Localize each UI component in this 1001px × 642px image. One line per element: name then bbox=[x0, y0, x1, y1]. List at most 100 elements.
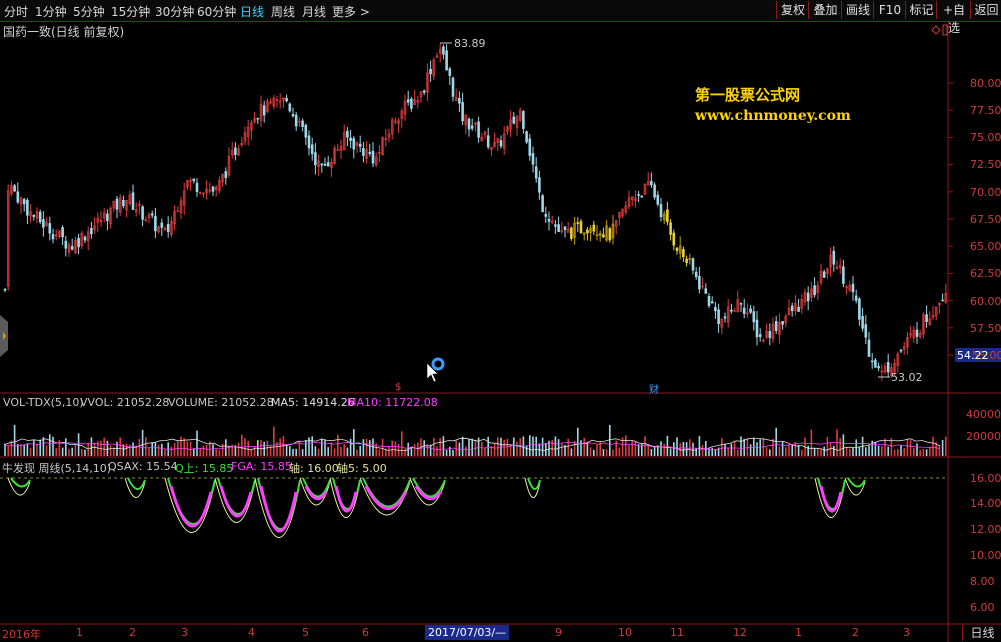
high-price-label: 83.89 bbox=[454, 37, 486, 50]
candle-body bbox=[477, 121, 480, 138]
candle-body bbox=[653, 184, 656, 198]
date-label: 3 bbox=[181, 626, 188, 639]
candle-body bbox=[666, 209, 669, 222]
candle-body bbox=[38, 211, 42, 223]
indicator-name: 牛发现 周线(5,14,10) bbox=[2, 462, 112, 475]
candle-body bbox=[867, 339, 871, 357]
candle-body bbox=[547, 218, 551, 222]
candle-body bbox=[522, 111, 525, 129]
candle-body bbox=[650, 180, 653, 186]
candle-body bbox=[704, 288, 708, 294]
indicator-tick: 6.00 bbox=[970, 601, 995, 614]
candle-body bbox=[294, 114, 298, 127]
candle-body bbox=[368, 151, 372, 154]
candle-body bbox=[176, 210, 180, 213]
candle-body bbox=[874, 359, 877, 368]
candle-body bbox=[915, 329, 919, 337]
candle-body bbox=[445, 50, 448, 71]
date-label: 10 bbox=[618, 626, 632, 639]
candle-body bbox=[467, 118, 471, 130]
candle-body bbox=[352, 138, 356, 150]
candle-body bbox=[586, 229, 589, 234]
price-tick: 62.50 bbox=[970, 267, 1001, 280]
candle-body bbox=[554, 224, 557, 227]
indicator-q-up-line bbox=[527, 477, 541, 490]
candle-body bbox=[656, 194, 660, 205]
finance-event-marker[interactable]: 财 bbox=[649, 381, 659, 396]
candle-body bbox=[854, 295, 858, 301]
event-s-marker[interactable]: $ bbox=[395, 382, 401, 393]
chart-canvas[interactable] bbox=[0, 0, 1001, 642]
indicator-lines bbox=[7, 477, 866, 538]
circle-marker-icon[interactable] bbox=[431, 357, 445, 371]
candle-body bbox=[576, 222, 580, 224]
candle-body bbox=[723, 316, 727, 319]
candle-body bbox=[429, 68, 432, 75]
indicator-q-up: Q上: 15.85 bbox=[175, 462, 234, 475]
candle-body bbox=[528, 138, 532, 156]
candle-body bbox=[16, 191, 20, 203]
watermark-title: 第一股票公式网 bbox=[695, 86, 801, 104]
candle-body bbox=[26, 199, 29, 216]
cursor-date-label: 2017/07/03/— bbox=[425, 625, 510, 640]
candle-body bbox=[22, 199, 26, 205]
candle-body bbox=[685, 258, 688, 263]
candle-body bbox=[410, 98, 413, 109]
indicator-tick: 12.00 bbox=[970, 523, 1001, 536]
candle-body bbox=[544, 214, 548, 217]
candle-body bbox=[822, 271, 826, 278]
indicator-tick: 16.00 bbox=[970, 472, 1001, 485]
date-label: 6 bbox=[362, 626, 369, 639]
candle-body bbox=[346, 131, 349, 138]
indicator-q-up-line bbox=[127, 477, 146, 490]
date-label: 2 bbox=[852, 626, 859, 639]
indicator-qsax: QSAX: 15.54 bbox=[108, 460, 178, 473]
candle-body bbox=[570, 227, 573, 239]
indicator-fga-line bbox=[819, 485, 843, 513]
candle-body bbox=[192, 178, 196, 182]
indicator-axis1: 轴: 16.00 bbox=[289, 462, 339, 475]
indicator-tick: 8.00 bbox=[970, 575, 995, 588]
candle-body bbox=[579, 221, 583, 234]
candle-body bbox=[851, 283, 855, 293]
scroll-indicator-icon bbox=[942, 24, 948, 36]
date-label: 4 bbox=[248, 626, 255, 639]
indicator-axis5: 轴5: 5.00 bbox=[337, 462, 387, 475]
candle-body bbox=[141, 206, 144, 220]
candle-body bbox=[790, 305, 794, 312]
candle-body bbox=[781, 321, 784, 325]
candle-body bbox=[307, 135, 311, 149]
candle-body bbox=[669, 222, 672, 235]
candle-body bbox=[77, 237, 80, 248]
period-button[interactable]: 日线 bbox=[962, 625, 1001, 641]
candle-body bbox=[557, 224, 560, 233]
indicator-q-up-line bbox=[847, 477, 866, 488]
date-label: 2016年 bbox=[2, 628, 41, 641]
candle-body bbox=[288, 103, 292, 112]
candle-body bbox=[749, 308, 752, 313]
diamond-icon[interactable] bbox=[931, 25, 941, 35]
candle-body bbox=[285, 97, 288, 102]
candle-body bbox=[858, 298, 861, 320]
price-tick: 80.00 bbox=[970, 77, 1001, 90]
candle-body bbox=[563, 226, 567, 230]
candle-body bbox=[531, 153, 535, 165]
candle-body bbox=[461, 102, 464, 122]
price-tick: 70.00 bbox=[970, 186, 1001, 199]
candle-body bbox=[525, 131, 528, 143]
candle-body bbox=[195, 182, 199, 192]
candle-body bbox=[64, 240, 68, 249]
candle-body bbox=[659, 204, 663, 217]
candle-body bbox=[32, 214, 36, 217]
volume-tick: 40000 bbox=[966, 408, 1001, 421]
candle-body bbox=[832, 250, 836, 265]
candle-body bbox=[160, 222, 164, 228]
price-tick: 67.50 bbox=[970, 213, 1001, 226]
candle-body bbox=[861, 315, 864, 329]
candle-body bbox=[806, 292, 810, 302]
candle-body bbox=[304, 124, 308, 138]
candle-body bbox=[602, 234, 605, 238]
date-label: 3 bbox=[903, 626, 910, 639]
candle-body bbox=[326, 162, 330, 167]
candle-body bbox=[730, 309, 733, 312]
